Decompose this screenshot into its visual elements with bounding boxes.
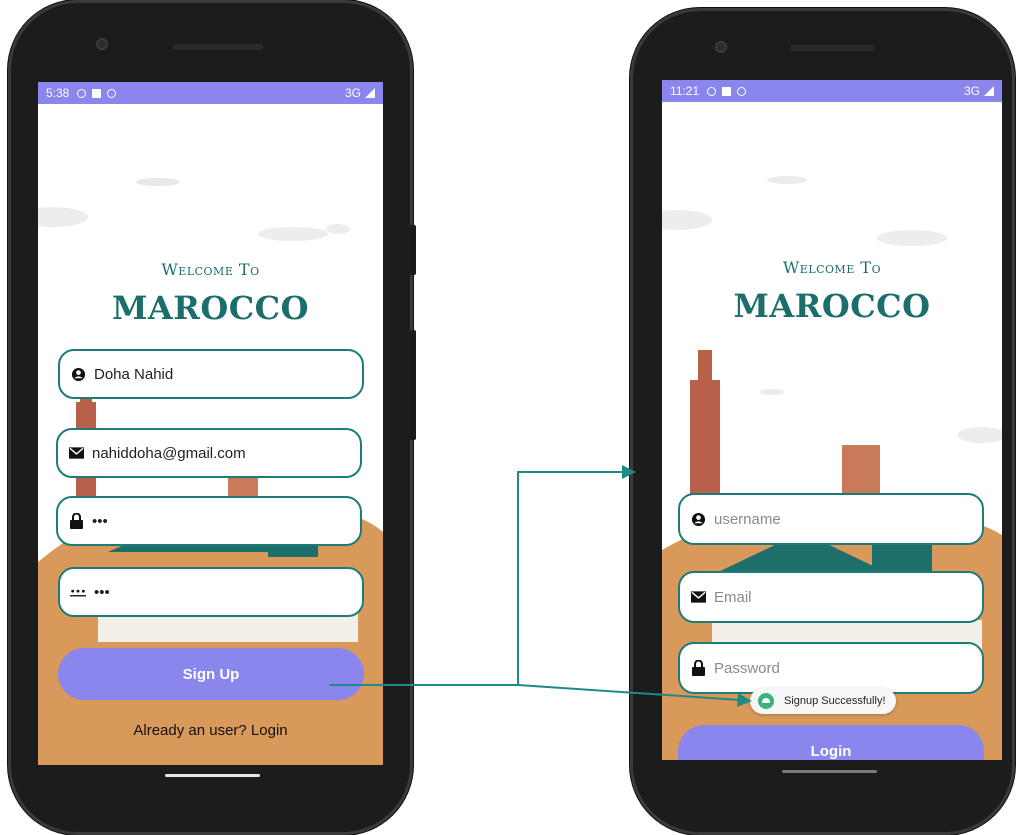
password-value: ••• — [92, 512, 108, 530]
password-field[interactable]: Password — [678, 642, 984, 694]
lock-icon — [690, 660, 706, 676]
gesture-bar[interactable] — [165, 774, 260, 777]
confirm-password-value: ••• — [94, 583, 110, 601]
login-screen: 11:21 3G Welcome To MAROCCO username Ema… — [662, 80, 1002, 760]
gesture-bar[interactable] — [782, 770, 877, 773]
welcome-line: Welcome To — [161, 260, 260, 279]
login-button[interactable]: Login — [678, 725, 984, 760]
password-field[interactable]: ••• — [56, 496, 362, 546]
envelope-icon — [690, 589, 706, 605]
username-field[interactable]: username — [678, 493, 984, 545]
login-link[interactable]: Already an user? Login — [38, 722, 383, 739]
front-camera — [96, 38, 108, 50]
side-button — [410, 330, 416, 440]
password-placeholder: Password — [714, 659, 780, 677]
app-title: MAROCCO — [111, 289, 310, 327]
front-camera — [715, 41, 727, 53]
app-title: MAROCCO — [733, 287, 931, 325]
welcome-line: Welcome To — [782, 258, 882, 277]
username-value: Doha Nahid — [94, 365, 174, 383]
app-icon — [758, 693, 774, 709]
username-field[interactable]: Doha Nahid — [58, 349, 364, 399]
confirm-password-field[interactable]: ••• — [58, 567, 364, 617]
email-field[interactable]: nahiddoha@gmail.com — [56, 428, 362, 478]
account-circle-icon — [70, 366, 86, 382]
side-button — [410, 225, 416, 275]
email-field[interactable]: Email — [678, 571, 984, 623]
email-value: nahiddoha@gmail.com — [92, 444, 246, 462]
toast-message: Signup Successfully! — [784, 695, 886, 707]
earpiece-speaker — [173, 44, 263, 50]
welcome-heading: Welcome To MAROCCO — [662, 258, 1002, 325]
envelope-icon — [68, 445, 84, 461]
signup-success-toast: Signup Successfully! — [750, 688, 896, 714]
sign-up-button[interactable]: Sign Up — [58, 648, 364, 700]
username-placeholder: username — [714, 510, 781, 528]
password-dots-icon — [70, 584, 86, 600]
phone-right: 11:21 3G Welcome To MAROCCO username Ema… — [630, 8, 1015, 835]
account-circle-icon — [690, 511, 706, 527]
email-placeholder: Email — [714, 588, 752, 606]
phone-left: 5:38 3G Welcome To MAROCCO Doha Nahid na… — [8, 0, 416, 835]
welcome-heading: Welcome To MAROCCO — [38, 260, 383, 327]
earpiece-speaker — [790, 45, 875, 51]
signup-screen: 5:38 3G Welcome To MAROCCO Doha Nahid na… — [38, 82, 383, 765]
lock-icon — [68, 513, 84, 529]
